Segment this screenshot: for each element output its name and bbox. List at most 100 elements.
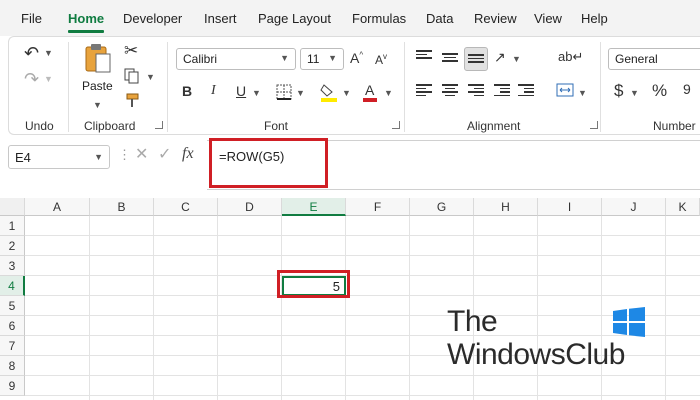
chevron-down-icon[interactable]: ▼ [630,88,639,98]
gridline [153,216,154,400]
tab-formulas[interactable]: Formulas [352,11,406,26]
gridline [25,315,700,316]
tab-help[interactable]: Help [581,11,608,26]
redo-icon[interactable]: ↷ [24,70,39,88]
font-name-combo[interactable]: Calibri ▼ [176,48,296,70]
increase-indent-icon[interactable] [518,84,534,96]
ribbon-tab-bar: File Home Developer Insert Page Layout F… [0,0,700,36]
column-header-e[interactable]: E [282,198,346,216]
chevron-down-icon[interactable]: ▼ [252,88,261,98]
underline-icon[interactable]: U [236,84,246,98]
column-header-j[interactable]: J [602,198,666,216]
decrease-indent-icon[interactable] [494,84,510,96]
chevron-down-icon[interactable]: ▼ [578,88,587,98]
group-divider [600,42,601,132]
tab-home[interactable]: Home [68,11,104,26]
group-label-font: Font [264,119,289,133]
group-label-number: Number [653,119,696,133]
clipboard-dialog-launcher[interactable] [155,121,163,129]
name-box-value: E4 [15,150,31,165]
insert-function-icon[interactable]: fx [182,146,194,162]
bold-icon[interactable]: B [182,84,192,98]
column-header-d[interactable]: D [218,198,282,216]
copy-icon[interactable] [124,68,140,84]
row-header-5[interactable]: 5 [0,296,25,316]
italic-icon[interactable]: I [211,84,216,98]
more-options-icon[interactable]: ⋮ [118,148,131,161]
column-header-h[interactable]: H [474,198,538,216]
chevron-down-icon[interactable]: ▼ [44,48,53,58]
alignment-dialog-launcher[interactable] [590,121,598,129]
paste-button[interactable]: Paste [80,42,116,93]
row-header-9[interactable]: 9 [0,376,25,396]
gridline [89,216,90,400]
group-divider [404,42,405,132]
font-color-icon[interactable]: A [362,82,378,102]
group-label-clipboard: Clipboard [84,119,136,133]
svg-text:A: A [365,82,375,98]
enter-icon[interactable]: ✓ [158,147,171,163]
chevron-down-icon: ▼ [328,53,337,63]
column-header-c[interactable]: C [154,198,218,216]
gridline [25,235,700,236]
percent-icon[interactable]: % [652,82,667,99]
tab-insert[interactable]: Insert [204,11,237,26]
chevron-down-icon[interactable]: ▼ [44,74,53,84]
number-format-combo[interactable]: General [608,48,700,70]
column-header-a[interactable]: A [25,198,90,216]
tab-view[interactable]: View [534,11,562,26]
select-all-corner[interactable] [0,198,25,216]
currency-icon[interactable]: $ [614,82,623,99]
cancel-icon[interactable]: ✕ [135,147,148,163]
bottom-align-button[interactable] [464,47,488,71]
borders-icon[interactable] [276,84,292,100]
format-painter-icon[interactable] [124,93,140,109]
row-header-3[interactable]: 3 [0,256,25,276]
windows-logo-icon [613,307,645,337]
wrap-text-icon[interactable]: ab↵ [558,50,583,63]
tab-page-layout[interactable]: Page Layout [258,11,331,26]
row-header-8[interactable]: 8 [0,356,25,376]
font-size-combo[interactable]: 11 ▼ [300,48,344,70]
column-header-b[interactable]: B [90,198,154,216]
group-label-alignment: Alignment [467,119,521,133]
row-header-7[interactable]: 7 [0,336,25,356]
tab-data[interactable]: Data [426,11,453,26]
chevron-down-icon[interactable]: ▼ [384,88,393,98]
cut-icon[interactable]: ✂ [124,42,138,59]
name-box[interactable]: E4 ▼ [8,145,110,169]
column-header-i[interactable]: I [538,198,602,216]
column-header-g[interactable]: G [410,198,474,216]
merge-center-icon[interactable] [556,82,574,98]
align-left-icon[interactable] [416,84,432,96]
chevron-down-icon[interactable]: ▼ [342,88,351,98]
chevron-down-icon[interactable]: ▼ [512,54,521,64]
column-header-k[interactable]: K [666,198,700,216]
gridline [601,216,602,400]
gridline [665,216,666,400]
row-header-4[interactable]: 4 [0,276,25,296]
row-header-1[interactable]: 1 [0,216,25,236]
row-header-2[interactable]: 2 [0,236,25,256]
chevron-down-icon[interactable]: ▼ [146,72,155,82]
align-right-icon[interactable] [468,84,484,96]
gridline [281,216,282,400]
gridline [25,275,700,276]
tab-file[interactable]: File [21,11,42,26]
increase-font-size-icon[interactable]: A^ [350,51,363,65]
fill-color-icon[interactable] [320,82,338,102]
chevron-down-icon[interactable]: ▼ [296,88,305,98]
column-header-f[interactable]: F [346,198,410,216]
undo-icon[interactable]: ↶ [24,44,39,62]
chevron-down-icon[interactable]: ▼ [93,100,102,110]
font-dialog-launcher[interactable] [392,121,400,129]
align-center-icon[interactable] [442,84,458,96]
top-align-icon[interactable] [416,50,432,62]
comma-style-icon[interactable]: 9 [683,82,691,96]
tab-developer[interactable]: Developer [123,11,182,26]
middle-align-icon[interactable] [442,53,458,65]
row-header-6[interactable]: 6 [0,316,25,336]
tab-review[interactable]: Review [474,11,517,26]
orientation-icon[interactable]: ↗ [494,50,506,64]
decrease-font-size-icon[interactable]: Av [375,53,387,67]
